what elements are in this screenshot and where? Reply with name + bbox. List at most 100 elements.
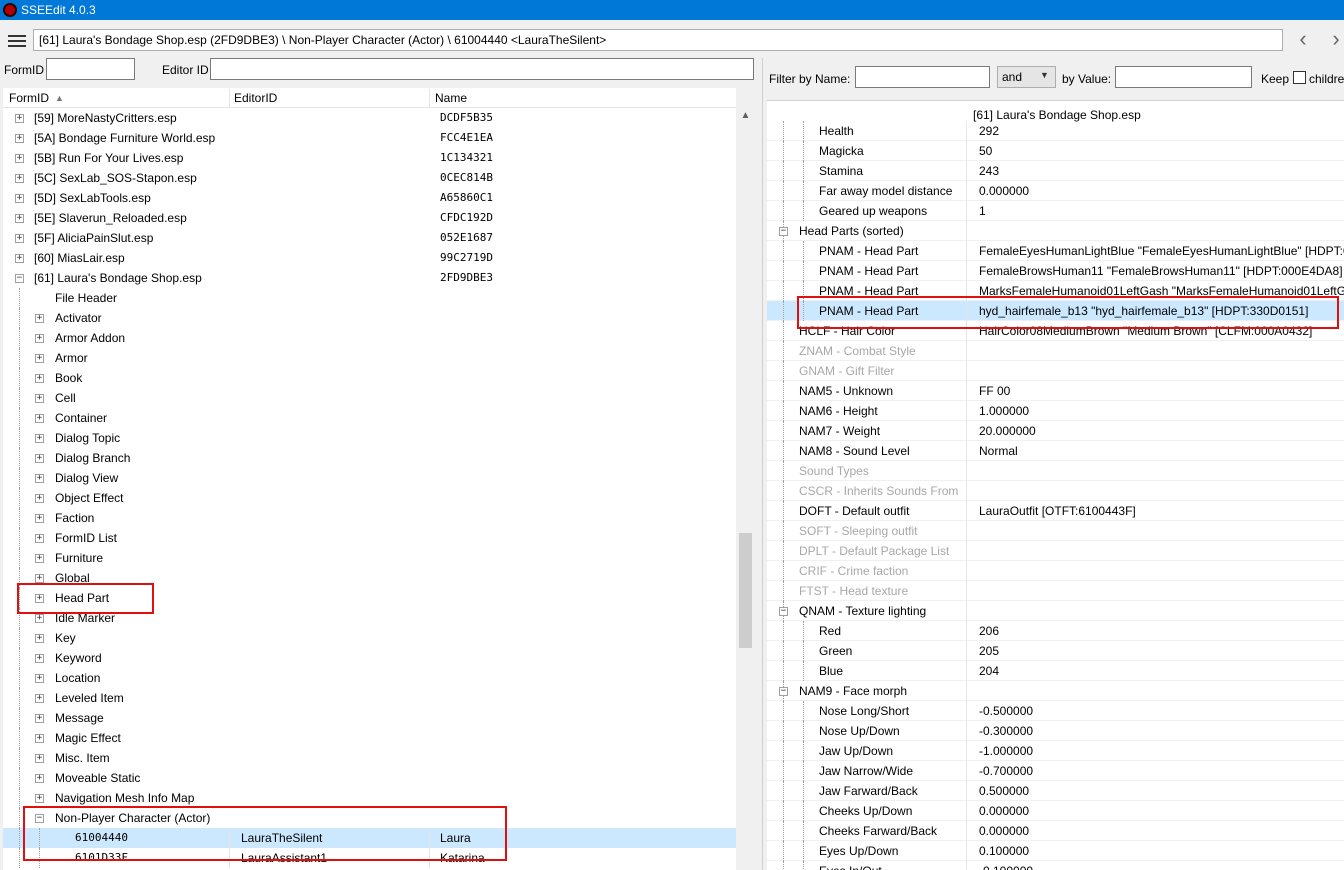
field-value[interactable]: 205 <box>979 641 999 661</box>
back-arrow-icon[interactable]: ‹ <box>1292 28 1314 51</box>
column-formid[interactable]: FormID <box>9 91 49 105</box>
expand-icon[interactable]: + <box>35 494 44 503</box>
plugin-row[interactable]: + [60] MiasLair.esp 99C2719D <box>3 248 736 268</box>
expand-icon[interactable]: + <box>35 414 44 423</box>
scroll-up-arrow-icon[interactable]: ▲ <box>737 110 754 126</box>
expand-icon[interactable]: + <box>35 674 44 683</box>
field-row[interactable]: NAM5 - Unknown FF 00 <box>767 381 1344 401</box>
field-row[interactable]: NAM8 - Sound Level Normal <box>767 441 1344 461</box>
group-row[interactable]: + Container <box>3 408 736 428</box>
group-row[interactable]: + Location <box>3 668 736 688</box>
field-value[interactable]: -0.700000 <box>979 761 1033 781</box>
formid-search-input[interactable] <box>46 58 135 80</box>
expand-icon[interactable]: + <box>35 454 44 463</box>
column-divider[interactable] <box>229 89 230 107</box>
field-row[interactable]: − Head Parts (sorted) <box>767 221 1344 241</box>
expand-icon[interactable]: + <box>15 174 24 183</box>
field-row[interactable]: Eyes In/Out -0.100000 <box>767 861 1344 870</box>
field-value[interactable]: 0.000000 <box>979 821 1029 841</box>
tree-scrollbar[interactable] <box>737 108 754 870</box>
field-value[interactable]: 0.500000 <box>979 781 1029 801</box>
expand-icon[interactable]: + <box>35 394 44 403</box>
group-row[interactable]: + Armor <box>3 348 736 368</box>
field-value[interactable]: FemaleBrowsHuman11 "FemaleBrowsHuman11" … <box>979 261 1343 281</box>
plugin-row[interactable]: + [5A] Bondage Furniture World.esp FCC4E… <box>3 128 736 148</box>
expand-icon[interactable]: + <box>15 214 24 223</box>
expand-icon[interactable]: + <box>35 754 44 763</box>
expand-icon[interactable]: + <box>35 334 44 343</box>
expand-icon[interactable]: + <box>35 354 44 363</box>
field-row[interactable]: GNAM - Gift Filter <box>767 361 1344 381</box>
group-row[interactable]: + Message <box>3 708 736 728</box>
filter-name-input[interactable] <box>855 66 990 88</box>
scrollbar-thumb[interactable] <box>739 533 752 648</box>
expand-icon[interactable]: + <box>15 114 24 123</box>
expand-icon[interactable]: + <box>35 534 44 543</box>
field-row[interactable]: FTST - Head texture <box>767 581 1344 601</box>
expand-icon[interactable]: + <box>35 434 44 443</box>
field-row[interactable]: − QNAM - Texture lighting <box>767 601 1344 621</box>
field-row[interactable]: NAM6 - Height 1.000000 <box>767 401 1344 421</box>
field-row[interactable]: CSCR - Inherits Sounds From <box>767 481 1344 501</box>
group-row[interactable]: + Key <box>3 628 736 648</box>
expand-icon[interactable]: + <box>35 694 44 703</box>
expand-icon[interactable]: + <box>35 614 44 623</box>
forward-arrow-icon[interactable]: › <box>1325 28 1344 51</box>
group-row[interactable]: + Magic Effect <box>3 728 736 748</box>
field-value[interactable]: 292 <box>979 121 999 141</box>
expand-icon[interactable]: + <box>35 374 44 383</box>
filter-operator-select[interactable]: and ▼ <box>997 66 1056 88</box>
filter-value-input[interactable] <box>1115 66 1252 88</box>
field-row[interactable]: Nose Long/Short -0.500000 <box>767 701 1344 721</box>
expand-icon[interactable]: + <box>35 774 44 783</box>
field-value[interactable]: 1 <box>979 201 986 221</box>
expand-icon[interactable]: + <box>15 154 24 163</box>
editorid-search-input[interactable] <box>210 58 754 80</box>
field-row[interactable]: Health 292 <box>767 121 1344 141</box>
group-row[interactable]: + Book <box>3 368 736 388</box>
expand-icon[interactable]: + <box>15 234 24 243</box>
field-row[interactable]: Jaw Narrow/Wide -0.700000 <box>767 761 1344 781</box>
expand-icon[interactable]: + <box>35 314 44 323</box>
group-row[interactable]: + Misc. Item <box>3 748 736 768</box>
group-row[interactable]: + Cell <box>3 388 736 408</box>
plugin-row[interactable]: + [5E] Slaverun_Reloaded.esp CFDC192D <box>3 208 736 228</box>
field-value[interactable]: 0.000000 <box>979 801 1029 821</box>
plugin-row[interactable]: + [5F] AliciaPainSlut.esp 052E1687 <box>3 228 736 248</box>
field-row[interactable]: Green 205 <box>767 641 1344 661</box>
collapse-icon[interactable]: − <box>779 227 788 236</box>
field-value[interactable]: 206 <box>979 621 999 641</box>
expand-icon[interactable]: + <box>35 574 44 583</box>
field-value[interactable]: Normal <box>979 441 1018 461</box>
group-row[interactable]: + Leveled Item <box>3 688 736 708</box>
expand-icon[interactable]: + <box>35 654 44 663</box>
column-name[interactable]: Name <box>435 91 467 105</box>
expand-icon[interactable]: − <box>15 274 24 283</box>
record-path-field[interactable]: [61] Laura's Bondage Shop.esp (2FD9DBE3)… <box>33 29 1283 51</box>
group-row[interactable]: + Dialog Topic <box>3 428 736 448</box>
field-row[interactable]: Eyes Up/Down 0.100000 <box>767 841 1344 861</box>
field-value[interactable]: 50 <box>979 141 992 161</box>
field-row[interactable]: DOFT - Default outfit LauraOutfit [OTFT:… <box>767 501 1344 521</box>
column-editorid[interactable]: EditorID <box>234 91 277 105</box>
field-row[interactable]: Stamina 243 <box>767 161 1344 181</box>
plugin-row[interactable]: + [5C] SexLab_SOS-Stapon.esp 0CEC814B <box>3 168 736 188</box>
expand-icon[interactable]: + <box>15 254 24 263</box>
menu-icon[interactable] <box>8 35 26 47</box>
group-row[interactable]: + Faction <box>3 508 736 528</box>
expand-icon[interactable]: + <box>35 474 44 483</box>
field-value[interactable]: -0.300000 <box>979 721 1033 741</box>
field-row[interactable]: Geared up weapons 1 <box>767 201 1344 221</box>
field-row[interactable]: − NAM9 - Face morph <box>767 681 1344 701</box>
field-row[interactable]: Far away model distance 0.000000 <box>767 181 1344 201</box>
field-value[interactable]: 20.000000 <box>979 421 1036 441</box>
field-value[interactable]: -0.500000 <box>979 701 1033 721</box>
group-row[interactable]: + Furniture <box>3 548 736 568</box>
field-value[interactable]: 0.000000 <box>979 181 1029 201</box>
expand-icon[interactable]: + <box>35 734 44 743</box>
field-row[interactable]: Cheeks Farward/Back 0.000000 <box>767 821 1344 841</box>
expand-icon[interactable]: + <box>35 714 44 723</box>
record-tree[interactable]: + [59] MoreNastyCritters.esp DCDF5B35 + [… <box>3 108 736 870</box>
group-row[interactable]: + Dialog View <box>3 468 736 488</box>
field-row[interactable]: Red 206 <box>767 621 1344 641</box>
